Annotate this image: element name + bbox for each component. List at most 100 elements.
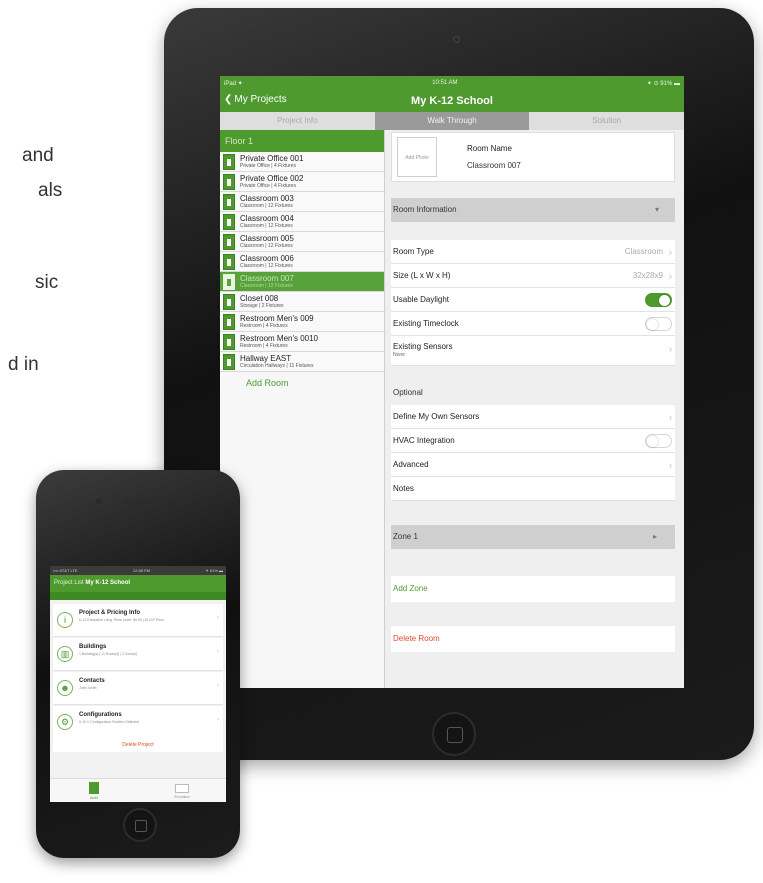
room-item-name: Closet 008 bbox=[240, 293, 279, 303]
nav-title: My K-12 School bbox=[411, 95, 493, 107]
room-item-subtitle: Classroom | 12 Fixtures bbox=[240, 202, 293, 209]
room-text: Classroom 003 Classroom | 12 Fixtures bbox=[240, 193, 294, 209]
existing-timeclock-toggle[interactable] bbox=[645, 317, 672, 331]
room-list-item[interactable]: Classroom 006 Classroom | 12 Fixtures bbox=[220, 252, 384, 272]
room-information-header[interactable]: Room Information ▾ bbox=[391, 198, 675, 222]
tab-simulation-label: Simulation bbox=[173, 795, 191, 799]
door-icon bbox=[223, 153, 235, 170]
notes-label: Notes bbox=[393, 484, 414, 493]
room-item-subtitle: Classroom | 12 Fixtures bbox=[240, 282, 293, 289]
home-button[interactable] bbox=[432, 712, 476, 756]
usable-daylight-toggle[interactable] bbox=[645, 293, 672, 307]
define-sensors-row[interactable]: Define My Own Sensors › bbox=[391, 405, 675, 429]
room-text: Restroom Men's 0010 Restroom | 4 Fixtures bbox=[240, 333, 319, 349]
room-item-name: Classroom 005 bbox=[240, 233, 294, 243]
hvac-toggle[interactable] bbox=[645, 434, 672, 448]
room-item-subtitle: Restroom | 4 Fixtures bbox=[240, 342, 288, 349]
room-list-item[interactable]: Classroom 004 Classroom | 12 Fixtures bbox=[220, 212, 384, 232]
iphone-device: •••• AT&T LTE 12:58 PM ✦ 61% ▬ Project L… bbox=[36, 470, 240, 858]
room-item-subtitle: Classroom | 12 Fixtures bbox=[240, 242, 293, 249]
room-list-item[interactable]: Restroom Men's 0010 Restroom | 4 Fixtures bbox=[220, 332, 384, 352]
usable-daylight-row: Usable Daylight bbox=[391, 288, 675, 312]
segment-project-info[interactable]: Project Info bbox=[220, 112, 375, 130]
existing-sensors-row[interactable]: Existing Sensors None › bbox=[391, 336, 675, 366]
home-button[interactable] bbox=[123, 808, 157, 842]
status-battery: ✦ ⊙ 91% ▬ bbox=[646, 80, 680, 87]
delete-project-button[interactable]: Delete Project bbox=[53, 738, 223, 752]
tab-simulation[interactable]: Simulation bbox=[138, 779, 226, 802]
room-text: Closet 008 Storage | 2 Fixtures bbox=[240, 293, 284, 309]
item-subtitle: 1 Building(s) | 11 Room(s) | 2 Zone(s) bbox=[79, 652, 138, 656]
zone-row[interactable]: Zone 1 ▸ bbox=[391, 525, 675, 549]
configurations-item[interactable]: ⚙ Configurations 0-10 V Configuration Po… bbox=[53, 706, 223, 739]
project-list-back[interactable]: Project List bbox=[54, 580, 84, 586]
phone-status-time: 12:58 PM bbox=[132, 568, 151, 573]
tab-audit-label: Audit bbox=[90, 796, 98, 800]
item-subtitle: 0-10 V Configuration Position Selected bbox=[79, 720, 140, 724]
room-list-item[interactable]: Classroom 007 Classroom | 12 Fixtures bbox=[220, 272, 384, 292]
door-icon bbox=[223, 273, 235, 290]
delete-room-button[interactable]: Delete Room bbox=[391, 626, 675, 652]
chevron-right-icon: › bbox=[217, 649, 219, 655]
size-value: 32x28x9 bbox=[632, 271, 663, 280]
contact-icon: ☻ bbox=[57, 680, 73, 696]
advanced-row[interactable]: Advanced › bbox=[391, 453, 675, 477]
room-name-field[interactable]: Classroom 007 bbox=[467, 161, 521, 170]
room-item-name: Private Office 002 bbox=[240, 173, 304, 183]
room-list-item[interactable]: Closet 008 Storage | 2 Fixtures bbox=[220, 292, 384, 312]
room-text: Classroom 005 Classroom | 12 Fixtures bbox=[240, 233, 294, 249]
room-item-name: Restroom Men's 009 bbox=[240, 313, 314, 323]
room-list-item[interactable]: Restroom Men's 009 Restroom | 4 Fixtures bbox=[220, 312, 384, 332]
segment-solution[interactable]: Solution bbox=[529, 112, 684, 130]
room-text: Hallway EAST Circulation Hallways | 11 Fi… bbox=[240, 354, 313, 369]
room-list-item[interactable]: Classroom 005 Classroom | 12 Fixtures bbox=[220, 232, 384, 252]
phone-status-bar: •••• AT&T LTE 12:58 PM ✦ 61% ▬ bbox=[50, 566, 226, 575]
room-item-name: Private Office 001 bbox=[240, 153, 304, 163]
room-detail-pane: Add Photo Room Name Classroom 007 Room I… bbox=[385, 130, 684, 688]
door-icon bbox=[223, 253, 235, 270]
room-list-item[interactable]: Hallway EAST Circulation Hallways | 11 Fi… bbox=[220, 352, 384, 372]
background-text-fragment: d in bbox=[8, 354, 39, 375]
add-room-button[interactable]: Add Room bbox=[220, 372, 384, 388]
zone-label: Zone 1 bbox=[393, 532, 418, 541]
hvac-label: HVAC Integration bbox=[393, 436, 455, 445]
nav-bar: ❮ My Projects My K-12 School bbox=[220, 90, 684, 112]
back-label: My Projects bbox=[234, 94, 287, 105]
door-icon bbox=[223, 293, 235, 310]
add-photo-button[interactable]: Add Photo bbox=[397, 137, 437, 177]
contacts-item[interactable]: ☻ Contacts John Smith › bbox=[53, 672, 223, 705]
room-item-subtitle: Classroom | 12 Fixtures bbox=[240, 262, 293, 269]
item-title: Configurations bbox=[79, 712, 122, 718]
room-item-name: Classroom 004 bbox=[240, 213, 294, 223]
chevron-right-icon: › bbox=[217, 615, 219, 621]
room-list-item[interactable]: Private Office 001 Private Office | 4 Fix… bbox=[220, 152, 384, 172]
room-item-name: Classroom 003 bbox=[240, 193, 294, 203]
room-item-name: Restroom Men's 0010 bbox=[240, 333, 319, 343]
room-text: Classroom 006 Classroom | 12 Fixtures bbox=[240, 254, 294, 269]
status-time: 10:51 AM bbox=[432, 80, 458, 86]
info-icon: i bbox=[57, 612, 73, 628]
tab-audit[interactable]: Audit bbox=[50, 779, 138, 802]
hvac-row: HVAC Integration bbox=[391, 429, 675, 453]
back-button[interactable]: ❮ My Projects bbox=[224, 94, 287, 105]
background-text-fragment: and bbox=[22, 145, 54, 166]
room-list-item[interactable]: Classroom 003 Classroom | 12 Fixtures bbox=[220, 192, 384, 212]
room-type-value: Classroom bbox=[624, 247, 663, 256]
door-icon bbox=[223, 173, 235, 190]
add-zone-button[interactable]: Add Zone bbox=[391, 576, 675, 602]
notes-row[interactable]: Notes bbox=[391, 477, 675, 501]
size-label: Size (L x W x H) bbox=[393, 271, 451, 280]
item-title: Buildings bbox=[79, 644, 107, 650]
room-type-row[interactable]: Room Type Classroom › bbox=[391, 240, 675, 264]
phone-tab-bar: Audit Simulation bbox=[50, 778, 226, 802]
buildings-item[interactable]: ▥ Buildings 1 Building(s) | 11 Room(s) |… bbox=[53, 638, 223, 671]
room-list: Private Office 001 Private Office | 4 Fix… bbox=[220, 152, 384, 372]
size-row[interactable]: Size (L x W x H) 32x28x9 › bbox=[391, 264, 675, 288]
item-subtitle: K-12 Education • Avg. Price Level: $0.00… bbox=[79, 618, 164, 622]
phone-nav-title: My K-12 School bbox=[85, 580, 131, 586]
room-list-item[interactable]: Private Office 002 Private Office | 4 Fix… bbox=[220, 172, 384, 192]
floor-header[interactable]: Floor 1 bbox=[220, 130, 384, 152]
segment-walk-through[interactable]: Walk Through bbox=[374, 112, 530, 130]
room-item-subtitle: Classroom | 12 Fixtures bbox=[240, 222, 293, 229]
project-pricing-item[interactable]: i Project & Pricing Info K-12 Education … bbox=[53, 604, 223, 637]
